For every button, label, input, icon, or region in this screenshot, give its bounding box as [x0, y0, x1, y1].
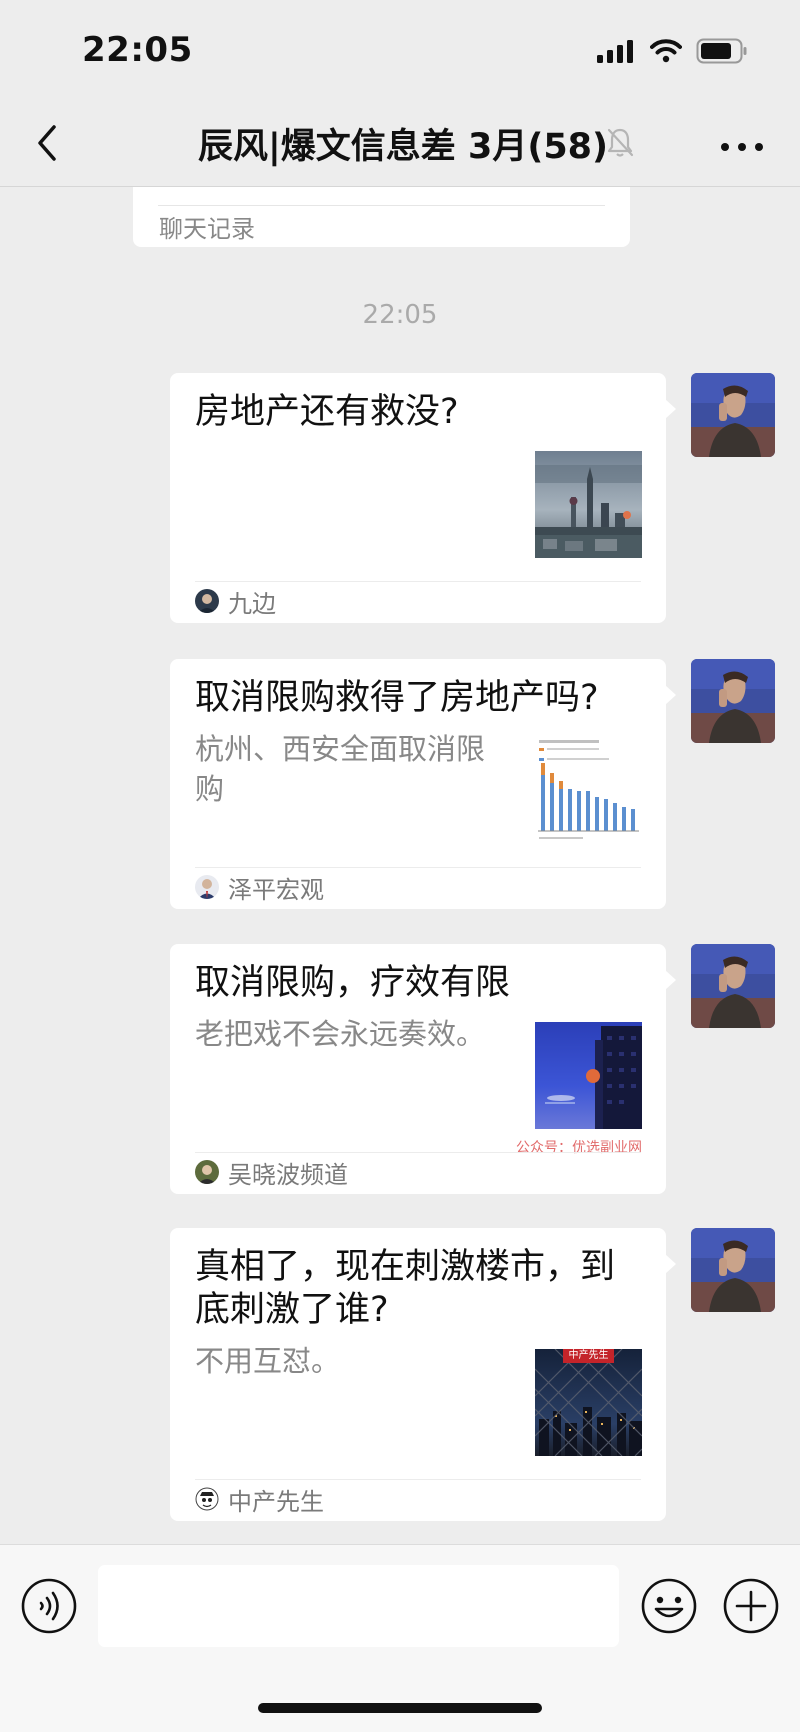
previous-chat-record-card[interactable]: 聊天记录: [133, 187, 630, 247]
source-row: 中产先生: [195, 1485, 324, 1516]
city-skyline-image: [535, 451, 642, 558]
chevron-left-icon[interactable]: [30, 122, 70, 164]
article-title: 真相了，现在刺激楼市，到底刺激了谁?: [195, 1247, 616, 1330]
article-thumbnail: [535, 737, 642, 844]
article-thumbnail: [535, 1022, 642, 1129]
divider: [195, 867, 641, 868]
article-description: 不用互怼。: [195, 1344, 341, 1378]
watermark-text: 公众号：优选副业网: [516, 1140, 642, 1156]
article-card[interactable]: 真相了，现在刺激楼市，到底刺激了谁? 不用互怼。 中产先生 中产先生: [170, 1228, 676, 1521]
article-card[interactable]: 取消限购，疗效有限 老把戏不会永远奏效。 公众号：优选副业网 吴晓波频道: [170, 944, 676, 1194]
divider: [195, 1479, 641, 1480]
divider: [195, 581, 641, 582]
avatar[interactable]: [691, 659, 775, 743]
home-indicator: [258, 1703, 542, 1713]
article-thumbnail: 中产先生: [535, 1349, 642, 1456]
signal-icon: [597, 40, 633, 63]
source-row: 吴晓波频道: [195, 1158, 348, 1189]
source-name: 中产先生: [228, 1487, 324, 1516]
status-icons: [596, 38, 748, 64]
article-description: 杭州、西安全面取消限购: [195, 732, 486, 806]
article-thumbnail: [535, 451, 642, 558]
article-title: 取消限购，疗效有限: [195, 963, 511, 1003]
source-avatar: [195, 875, 219, 899]
source-name: 九边: [228, 589, 276, 618]
article-card[interactable]: 取消限购救得了房地产吗? 杭州、西安全面取消限购 泽平宏观: [170, 659, 676, 909]
city-fence-image: [535, 1349, 642, 1456]
article-card[interactable]: 房地产还有救没? 九边: [170, 373, 676, 623]
voice-icon[interactable]: [20, 1577, 78, 1639]
avatar[interactable]: [691, 1228, 775, 1312]
night-building-image: [535, 1022, 642, 1129]
bell-off-icon: [605, 126, 635, 162]
source-avatar: [195, 1487, 219, 1511]
source-avatar: [195, 589, 219, 613]
status-bar: 22:05: [0, 0, 800, 100]
chat-title: 辰风|爆文信息差 3月(58): [198, 127, 609, 167]
article-title: 取消限购救得了房地产吗?: [195, 678, 599, 718]
wifi-icon: [650, 39, 682, 63]
chat-record-label: 聊天记录: [159, 215, 255, 243]
nav-bar: 辰风|爆文信息差 3月(58): [0, 100, 800, 187]
source-row: 泽平宏观: [195, 873, 324, 904]
article-title: 房地产还有救没?: [195, 392, 459, 432]
bar-chart-image: [535, 737, 642, 844]
message-timestamp: 22:05: [362, 300, 438, 330]
input-bar: [0, 1544, 800, 1732]
emoji-icon[interactable]: [640, 1577, 698, 1639]
avatar[interactable]: [691, 944, 775, 1028]
divider: [195, 1152, 641, 1153]
more-dots-icon[interactable]: [720, 137, 764, 156]
status-time: 22:05: [82, 30, 193, 70]
add-icon[interactable]: [722, 1577, 780, 1639]
avatar[interactable]: [691, 373, 775, 457]
message-input[interactable]: [98, 1565, 619, 1647]
divider: [158, 205, 605, 206]
source-row: 九边: [195, 587, 276, 618]
source-name: 泽平宏观: [228, 875, 324, 904]
battery-icon: [696, 38, 747, 64]
source-name: 吴晓波频道: [228, 1160, 348, 1189]
article-description: 老把戏不会永远奏效。: [195, 1017, 486, 1051]
source-avatar: [195, 1160, 219, 1184]
chat-area[interactable]: 聊天记录 22:05 房地产还有救没? 九边 取消限购救得了房地产吗? 杭州、西…: [0, 187, 800, 1544]
thumbnail-label: 中产先生: [568, 1350, 609, 1361]
